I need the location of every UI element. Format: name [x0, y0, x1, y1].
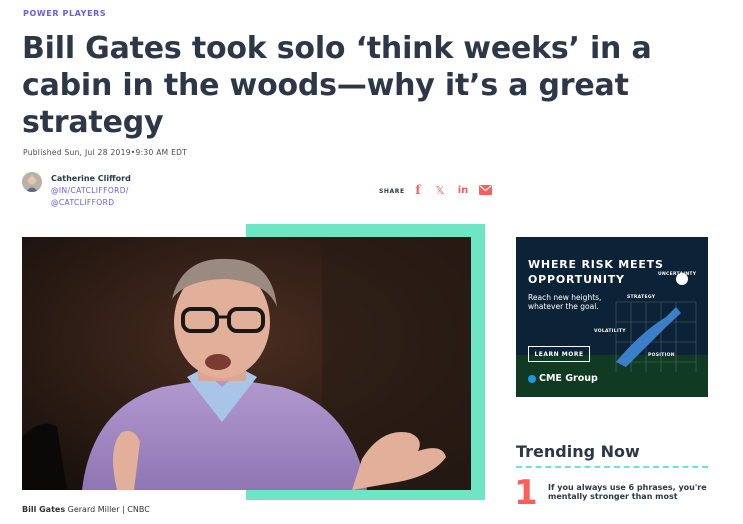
author-avatar[interactable] — [22, 172, 42, 192]
trending-item-number: 1 — [514, 473, 538, 513]
author-twitter-link[interactable]: @CATCLIFFORD — [51, 198, 114, 207]
facebook-glyph: f — [415, 183, 421, 197]
article-headline: Bill Gates took solo ‘think weeks’ in a … — [22, 31, 652, 140]
linkedin-icon[interactable]: in — [456, 183, 470, 197]
caption-credit: Gerard Miller | CNBC — [67, 505, 150, 514]
cme-logo-icon — [528, 374, 536, 383]
ad-learn-more-button[interactable]: LEARN MORE — [528, 346, 590, 362]
article-kicker[interactable]: POWER PLAYERS — [23, 9, 106, 18]
x-glyph: 𝕏 — [435, 183, 445, 197]
ad-title-line1: WHERE RISK MEETS — [528, 258, 664, 271]
trending-title: Trending Now — [516, 442, 640, 461]
ad-brand-name: CME Group — [539, 373, 598, 384]
ad-subtitle: Reach new heights, whatever the goal. — [528, 293, 601, 311]
ad-tag-position: POSITION — [648, 353, 675, 358]
ad-tag-strategy: STRATEGY — [627, 295, 656, 300]
hero-image — [22, 237, 471, 490]
email-icon[interactable] — [478, 183, 492, 197]
caption-subject: Bill Gates — [22, 505, 66, 514]
published-date: Published Sun, Jul 28 2019•9:30 AM EDT — [23, 148, 188, 157]
ad-tag-uncertainty: UNCERTAINTY — [658, 272, 697, 277]
author-linkedin-link[interactable]: @IN/CATCLIFFORD/ — [51, 186, 129, 195]
ad-sub-line1: Reach new heights, — [528, 293, 602, 302]
trending-divider — [516, 466, 708, 468]
trending-item-link[interactable]: If you always use 6 phrases, you're ment… — [548, 483, 708, 501]
share-label: SHARE — [379, 188, 405, 195]
linkedin-glyph: in — [457, 184, 469, 196]
ad-title-line2: OPPORTUNITY — [528, 273, 625, 286]
author-name[interactable]: Catherine Clifford — [51, 174, 131, 183]
ad-tag-volatility: VOLATILITY — [594, 329, 626, 334]
facebook-icon[interactable]: f — [411, 183, 425, 197]
hero-caption: Bill Gates Gerard Miller | CNBC — [22, 505, 150, 514]
ad-banner[interactable]: WHERE RISK MEETS OPPORTUNITY Reach new h… — [516, 237, 708, 397]
ad-title: WHERE RISK MEETS OPPORTUNITY — [528, 257, 664, 287]
x-icon[interactable]: 𝕏 — [433, 183, 447, 197]
ad-sub-line2: whatever the goal. — [528, 302, 599, 311]
ad-brand: CME Group — [528, 373, 598, 384]
